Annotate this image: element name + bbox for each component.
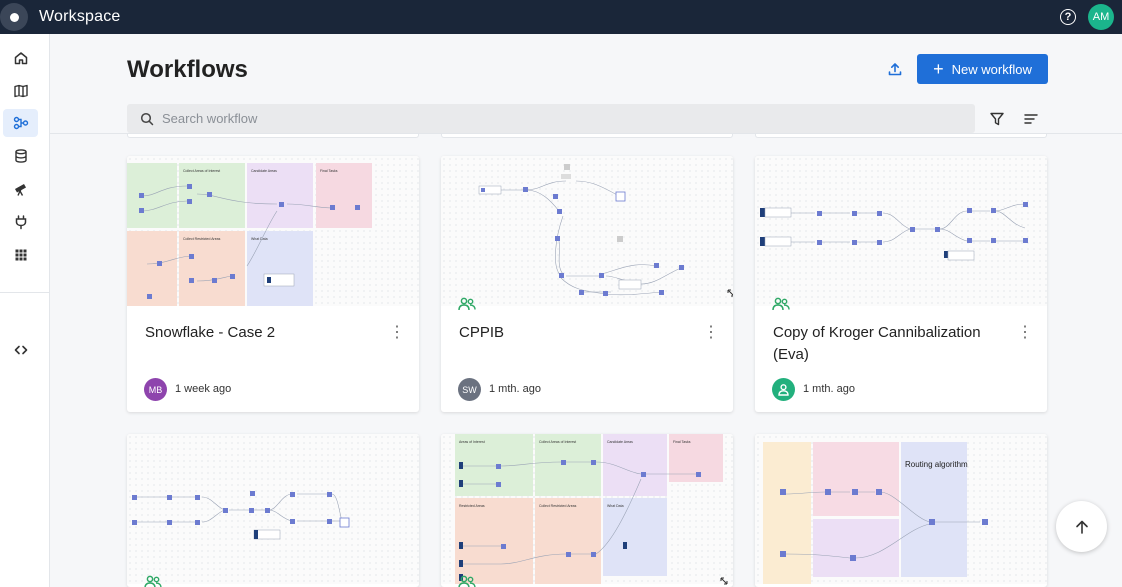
top-bar: Workspace ? AM bbox=[0, 0, 1122, 34]
updated-time: 1 week ago bbox=[175, 383, 232, 395]
app-title: Workspace bbox=[39, 8, 121, 25]
workflow-diagram bbox=[478, 164, 684, 296]
sort-button[interactable] bbox=[1022, 110, 1040, 128]
upload-icon bbox=[888, 63, 902, 76]
card-stub bbox=[755, 134, 1047, 138]
expand-icon[interactable] bbox=[719, 576, 729, 586]
apps-grid-icon bbox=[15, 249, 26, 261]
sidebar-item-developer[interactable] bbox=[3, 336, 38, 364]
thumb-label: Collect Areas of Interest bbox=[539, 440, 576, 444]
workflow-thumbnail: Collect Areas of Interest Candidate Area… bbox=[127, 156, 419, 306]
plus-icon: + bbox=[933, 59, 944, 79]
arrow-up-icon bbox=[1075, 520, 1088, 534]
home-icon bbox=[14, 52, 27, 65]
shared-users-icon bbox=[458, 297, 476, 311]
thumb-label: Final Tasks bbox=[320, 169, 338, 173]
search-icon bbox=[140, 112, 154, 125]
sidebar-item-maps[interactable] bbox=[3, 77, 38, 105]
more-options-button[interactable]: ⋮ bbox=[703, 324, 719, 342]
workflow-thumbnail: Routing algorithm bbox=[755, 434, 1047, 584]
sidebar-item-connections[interactable] bbox=[3, 208, 38, 236]
updated-time: 1 mth. ago bbox=[489, 383, 541, 395]
thumb-label: Collect Restricted Areas bbox=[183, 237, 221, 241]
thumb-label: What Data bbox=[607, 504, 624, 508]
filter-icon bbox=[990, 112, 1004, 126]
thumb-label: Candidate Areas bbox=[251, 169, 277, 173]
thumb-label: Areas of Interest bbox=[459, 440, 485, 444]
map-icon bbox=[13, 84, 28, 98]
telescope-icon bbox=[14, 184, 26, 196]
sidebar-item-data[interactable] bbox=[3, 142, 38, 170]
expand-icon[interactable] bbox=[726, 288, 733, 298]
code-icon bbox=[14, 345, 27, 355]
main-content: Workflows + New workflow Collect bbox=[50, 34, 1122, 587]
workflow-card[interactable]: Areas of Interest Collect Areas of Inter… bbox=[441, 434, 733, 587]
search-bar[interactable] bbox=[127, 104, 975, 133]
thumb-label: Candidate Areas bbox=[607, 440, 633, 444]
workflow-thumbnail bbox=[755, 156, 1047, 306]
updated-time: 1 mth. ago bbox=[803, 383, 855, 395]
workflow-diagram bbox=[132, 491, 350, 540]
filter-button[interactable] bbox=[988, 110, 1006, 128]
new-workflow-button[interactable]: + New workflow bbox=[917, 54, 1048, 84]
workflow-card[interactable] bbox=[127, 434, 419, 587]
thumb-label: Routing algorithm bbox=[905, 460, 968, 469]
app-logo[interactable] bbox=[0, 3, 28, 31]
thumb-label: Collect Restricted Areas bbox=[539, 504, 577, 508]
workflow-diagram bbox=[760, 202, 1028, 261]
workflow-card[interactable]: Copy of Kroger Cannibalization (Eva) ⋮ 1… bbox=[755, 156, 1047, 412]
workflow-icon bbox=[13, 116, 28, 130]
sidebar-item-explore[interactable] bbox=[3, 175, 38, 203]
workflow-thumbnail: Areas of Interest Collect Areas of Inter… bbox=[441, 434, 733, 584]
thumb-label: What Data bbox=[251, 237, 268, 241]
owner-avatar: MB bbox=[144, 378, 167, 401]
sort-icon bbox=[1024, 114, 1038, 124]
workflow-diagram: Areas of Interest Collect Areas of Inter… bbox=[455, 434, 723, 584]
workflow-card[interactable]: Collect Areas of Interest Candidate Area… bbox=[127, 156, 419, 412]
thumb-label: Collect Areas of Interest bbox=[183, 169, 220, 173]
sidebar bbox=[0, 34, 50, 587]
scroll-to-top-button[interactable] bbox=[1056, 501, 1107, 552]
thumb-label: Final Tasks bbox=[673, 440, 691, 444]
owner-avatar: SW bbox=[458, 378, 481, 401]
new-workflow-label: New workflow bbox=[951, 61, 1032, 77]
shared-users-icon bbox=[772, 297, 790, 311]
shared-users-icon bbox=[458, 575, 476, 587]
card-stub bbox=[441, 134, 733, 138]
workflow-title[interactable]: Copy of Kroger Cannibalization (Eva) bbox=[773, 322, 1013, 366]
owner-avatar bbox=[772, 378, 795, 401]
workflow-diagram: Routing algorithm bbox=[763, 442, 988, 584]
sidebar-item-workflows[interactable] bbox=[3, 109, 38, 137]
thumb-label: Restricted Areas bbox=[459, 504, 485, 508]
shared-users-icon bbox=[144, 575, 162, 587]
sidebar-item-apps[interactable] bbox=[3, 241, 38, 269]
database-icon bbox=[14, 149, 27, 163]
workflow-thumbnail bbox=[441, 156, 733, 306]
upload-button[interactable] bbox=[884, 58, 906, 80]
user-avatar[interactable]: AM bbox=[1088, 4, 1114, 30]
plug-icon bbox=[15, 215, 26, 230]
sidebar-item-home[interactable] bbox=[3, 44, 38, 72]
workflow-title[interactable]: Snowflake - Case 2 bbox=[145, 322, 385, 344]
workflow-thumbnail bbox=[127, 434, 419, 584]
page-title: Workflows bbox=[127, 56, 248, 83]
top-right-actions: ? AM bbox=[1060, 0, 1114, 34]
more-options-button[interactable]: ⋮ bbox=[389, 324, 405, 342]
help-circle-icon[interactable]: ? bbox=[1060, 9, 1076, 25]
card-stub bbox=[127, 134, 419, 138]
workflow-title[interactable]: CPPIB bbox=[459, 322, 699, 344]
workflow-card[interactable]: CPPIB ⋮ SW 1 mth. ago bbox=[441, 156, 733, 412]
person-icon bbox=[778, 384, 789, 396]
sidebar-divider bbox=[0, 292, 50, 293]
workflow-card[interactable]: Routing algorithm bbox=[755, 434, 1047, 587]
more-options-button[interactable]: ⋮ bbox=[1017, 324, 1033, 342]
workflow-diagram: Collect Areas of Interest Candidate Area… bbox=[127, 163, 372, 306]
search-input[interactable] bbox=[162, 111, 942, 126]
